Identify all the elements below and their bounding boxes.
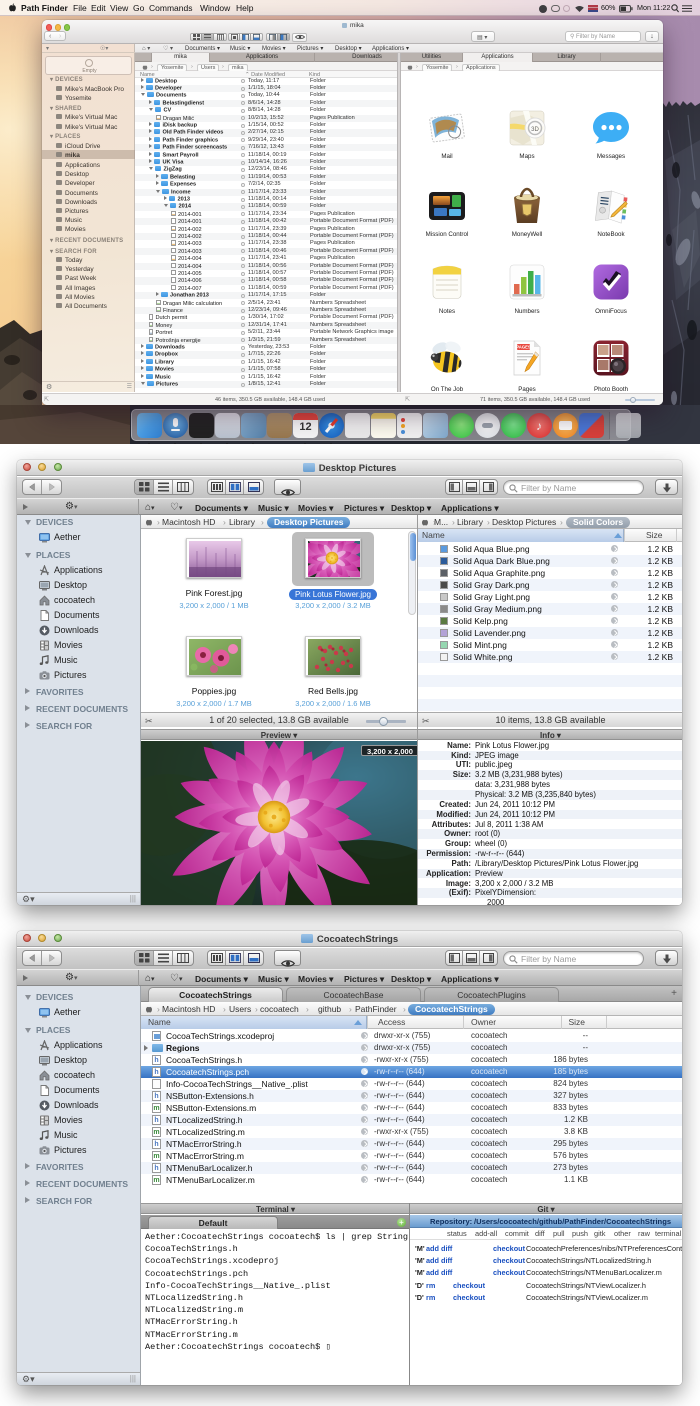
svg-text:3D: 3D	[531, 127, 539, 133]
svg-text:PAGES: PAGES	[516, 345, 531, 350]
